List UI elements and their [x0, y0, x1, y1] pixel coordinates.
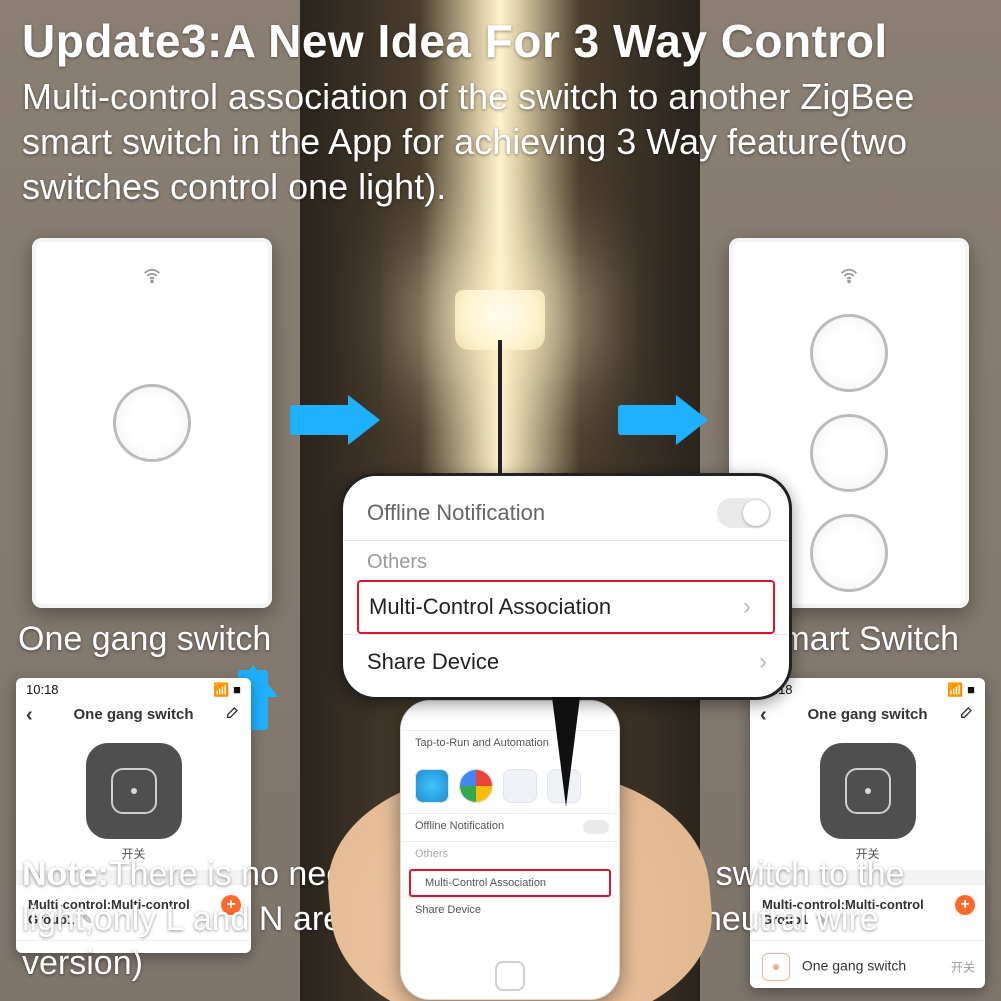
device-tile[interactable]: [86, 743, 182, 839]
integration-apps: [401, 759, 619, 813]
device-tile[interactable]: [820, 743, 916, 839]
arrow-right-icon: [618, 395, 708, 445]
settings-popup: Offline Notification Others Multi-Contro…: [340, 473, 792, 700]
phone-row-mca[interactable]: Multi-Control Association: [409, 869, 611, 897]
back-icon[interactable]: ‹: [760, 704, 767, 727]
row-label: Share Device: [367, 649, 499, 674]
section-label: Others: [343, 540, 789, 580]
page-title: Update3:A New Idea For 3 Way Control: [22, 14, 979, 68]
status-bar: 10:18 📶 ■: [16, 678, 251, 700]
toggle-off-icon[interactable]: [717, 498, 771, 528]
phone-row-share[interactable]: Share Device: [401, 897, 619, 925]
chevron-right-icon: ›: [759, 648, 767, 676]
product-infographic: Update3:A New Idea For 3 Way Control Mul…: [0, 0, 1001, 1001]
share-device-row[interactable]: Share Device ›: [343, 634, 789, 689]
row-label: Offline Notification: [367, 500, 545, 525]
google-assistant-icon[interactable]: [459, 769, 493, 803]
title-prefix: Update3:: [22, 15, 223, 67]
status-icons: 📶 ■: [213, 682, 241, 698]
note-label: Note:: [22, 855, 109, 893]
arrow-right-icon: [290, 395, 380, 445]
home-button-icon[interactable]: [495, 961, 525, 991]
alexa-icon[interactable]: [415, 769, 449, 803]
toggle-off-icon[interactable]: [583, 820, 609, 834]
edit-icon[interactable]: [959, 704, 975, 724]
row-label: Offline Notification: [415, 820, 504, 832]
switch-button-icon: [810, 514, 888, 592]
ifttt-icon[interactable]: [503, 769, 537, 803]
one-gang-switch-panel: [32, 238, 272, 608]
wifi-icon: [838, 264, 860, 291]
phone-row-others: Others: [401, 841, 619, 869]
app-title: One gang switch: [73, 706, 193, 723]
phone-row-offline[interactable]: Offline Notification: [401, 813, 619, 841]
phone-topbar: [401, 701, 619, 731]
row-label: Multi-Control Association: [369, 594, 611, 619]
edit-icon[interactable]: [225, 704, 241, 724]
switch-button-icon: [810, 414, 888, 492]
title-rest: A New Idea For 3 Way Control: [223, 15, 888, 67]
status-icons: 📶 ■: [947, 682, 975, 698]
callout-pointer-icon: [552, 697, 580, 807]
app-titlebar: ‹ One gang switch: [750, 700, 985, 733]
app-title: One gang switch: [807, 706, 927, 723]
back-icon[interactable]: ‹: [26, 704, 33, 727]
chevron-right-icon: ›: [743, 593, 751, 621]
switch-button-icon: [810, 314, 888, 392]
multi-control-association-row[interactable]: Multi-Control Association ›: [357, 580, 775, 634]
phone-device: Tap-to-Run and Automation Offline Notifi…: [400, 700, 620, 1000]
offline-notification-row[interactable]: Offline Notification: [343, 486, 789, 540]
page-description: Multi-control association of the switch …: [22, 74, 979, 209]
phone-in-hand: Tap-to-Run and Automation Offline Notifi…: [360, 700, 660, 1000]
wifi-icon: [141, 264, 163, 291]
app-titlebar: ‹ One gang switch: [16, 700, 251, 733]
phone-row-automation[interactable]: Tap-to-Run and Automation: [401, 731, 619, 759]
switch-button-icon: [113, 384, 191, 462]
status-time: 10:18: [26, 682, 59, 698]
